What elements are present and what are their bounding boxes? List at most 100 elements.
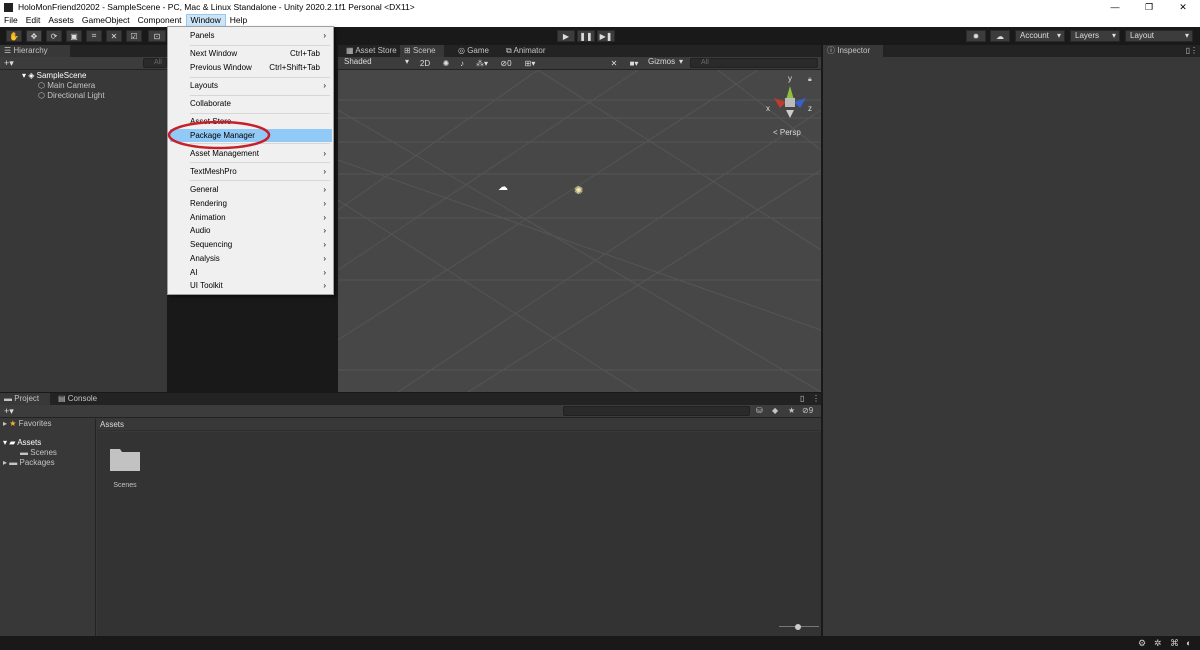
project-search-input[interactable] <box>563 406 750 416</box>
tab-game[interactable]: ◎ Game <box>454 45 498 57</box>
hierarchy-item[interactable]: ⬡ Main Camera <box>38 81 95 90</box>
progress-icon[interactable]: ◐ <box>1186 638 1191 648</box>
hierarchy-search-input[interactable]: All <box>143 58 167 68</box>
tab-project[interactable]: ▬ Project <box>0 393 50 405</box>
tab-scene[interactable]: ⊞ Scene <box>400 45 444 57</box>
zoom-slider[interactable] <box>779 624 819 630</box>
gizmos-dropdown[interactable]: Gizmos <box>644 57 686 69</box>
menu-file[interactable]: File <box>0 14 22 27</box>
shading-mode-dropdown[interactable]: Shaded <box>340 57 412 69</box>
create-button[interactable]: +▾ <box>4 58 14 69</box>
menu-item-animation[interactable]: Animation › <box>170 211 332 224</box>
create-button[interactable]: +▾ <box>4 406 14 417</box>
menu-edit[interactable]: Edit <box>22 14 45 27</box>
lighting-icon[interactable]: ✺ <box>440 57 452 69</box>
rect-tool-icon[interactable]: ⌗ <box>86 30 102 42</box>
auto-generate-lighting-icon[interactable]: ⚙ <box>1138 638 1146 649</box>
hidden-packages-toggle[interactable]: ⊘9 <box>802 406 813 415</box>
grid-toggle-icon[interactable]: ⊞▾ <box>520 57 540 69</box>
filter-type-icon[interactable]: ⛁ <box>756 406 763 415</box>
rotate-tool-icon[interactable]: ⟳ <box>46 30 62 42</box>
custom-tool-icon[interactable]: ☑ <box>126 30 142 42</box>
filter-label-icon[interactable]: ◆ <box>772 406 778 415</box>
effects-icon[interactable]: ⁂▾ <box>472 57 492 69</box>
menu-item-next-window[interactable]: Next Window Ctrl+Tab <box>170 47 332 60</box>
console-icon: ▤ <box>58 394 68 403</box>
scale-tool-icon[interactable]: ▣ <box>66 30 82 42</box>
submenu-arrow-icon: › <box>323 167 326 176</box>
menu-item-previous-window[interactable]: Previous Window Ctrl+Shift+Tab <box>170 61 332 74</box>
panel-menu-icon[interactable]: ⋮ <box>812 394 820 403</box>
slider-handle[interactable] <box>795 624 801 630</box>
tab-hierarchy[interactable]: ☰ Hierarchy <box>0 45 70 57</box>
cloud-icon[interactable]: ☁ <box>990 30 1010 42</box>
hand-tool-icon[interactable]: ✋ <box>6 30 22 42</box>
bug-icon[interactable]: ✲ <box>1154 638 1162 649</box>
2d-toggle[interactable]: 2D <box>418 57 432 69</box>
asset-folder-item[interactable]: Scenes <box>109 446 145 496</box>
menu-item-label: Animation <box>190 213 226 222</box>
menu-item-ai[interactable]: AI › <box>170 266 332 279</box>
restore-button[interactable]: ❐ <box>1132 0 1166 14</box>
layout-dropdown[interactable]: Layout <box>1125 30 1193 42</box>
play-button[interactable]: ▶ <box>557 30 575 42</box>
menu-item-textmeshpro[interactable]: TextMeshPro › <box>170 165 332 178</box>
network-icon[interactable]: ⌘ <box>1170 638 1179 649</box>
audio-icon[interactable]: ♪ <box>456 57 468 69</box>
tree-packages[interactable]: ▸ ▬ Packages <box>3 458 55 467</box>
breadcrumb-assets[interactable]: Assets <box>100 420 124 429</box>
minimize-button[interactable]: — <box>1098 0 1132 14</box>
close-button[interactable]: ✕ <box>1166 0 1200 14</box>
eye-slash-icon: ⊘ <box>802 406 809 415</box>
menu-item-sequencing[interactable]: Sequencing › <box>170 238 332 251</box>
menu-item-panels[interactable]: Panels › <box>170 29 332 42</box>
tools-icon[interactable]: ✕ <box>608 57 620 69</box>
gameobject-cube-icon: ⬡ <box>38 91 48 100</box>
projection-label[interactable]: < Persp <box>773 128 801 137</box>
panel-menu-icon[interactable]: ⋮ <box>1190 46 1198 55</box>
account-dropdown[interactable]: Account <box>1015 30 1065 42</box>
tab-inspector[interactable]: ⓘ Inspector <box>823 45 883 57</box>
scene-root-row[interactable]: ▾ ◈ SampleScene <box>22 71 86 80</box>
pause-button[interactable]: ❚❚ <box>577 30 595 42</box>
tab-console[interactable]: ▤ Console <box>54 393 104 405</box>
move-tool-icon[interactable]: ✥ <box>26 30 42 42</box>
menu-assets[interactable]: Assets <box>44 14 78 27</box>
menu-item-audio[interactable]: Audio › <box>170 224 332 237</box>
menu-item-analysis[interactable]: Analysis › <box>170 252 332 265</box>
layers-dropdown[interactable]: Layers <box>1070 30 1120 42</box>
step-button[interactable]: ▶❚ <box>597 30 615 42</box>
menu-item-ui-toolkit[interactable]: UI Toolkit › <box>170 279 332 292</box>
folder-icon: ▬ <box>20 448 31 457</box>
menu-item-rendering[interactable]: Rendering › <box>170 197 332 210</box>
tab-animator[interactable]: ⧉ Animator <box>502 45 558 57</box>
tree-favorites[interactable]: ▸ ★ Favorites <box>3 419 52 428</box>
gameobject-cube-icon: ⬡ <box>38 81 48 90</box>
favorite-star-icon[interactable]: ★ <box>788 406 795 415</box>
tree-label: Assets <box>17 438 42 447</box>
window-title: HoloMonFriend20202 - SampleScene - PC, M… <box>18 2 415 12</box>
tab-asset-store[interactable]: ▦ Asset Store <box>342 45 398 57</box>
light-icon[interactable]: ✺ <box>574 184 583 197</box>
hierarchy-icon: ☰ <box>4 46 14 55</box>
menu-separator <box>190 113 330 114</box>
tree-scenes[interactable]: ▬ Scenes <box>20 448 57 457</box>
tree-assets[interactable]: ▾ ▰ Assets <box>3 438 41 447</box>
hidden-objects-toggle[interactable]: ⊘ 0 <box>496 57 516 69</box>
menu-item-label: Sequencing <box>190 240 233 249</box>
scene-viewport[interactable]: ☁ ✺ y x z < Persp 🔒︎ <box>338 70 821 392</box>
menu-item-collaborate[interactable]: Collaborate <box>170 97 332 110</box>
pivot-toggle-icon[interactable]: ⊡ <box>148 30 166 42</box>
menu-item-general[interactable]: General › <box>170 183 332 196</box>
collab-icon[interactable]: ✹ <box>966 30 986 42</box>
scene-search-input[interactable]: All <box>690 58 818 68</box>
menu-gameobject[interactable]: GameObject <box>78 14 134 27</box>
transform-tool-icon[interactable]: ✕ <box>106 30 122 42</box>
camera-icon[interactable]: ☁ <box>498 182 508 193</box>
hierarchy-item[interactable]: ⬡ Directional Light <box>38 91 105 100</box>
animator-icon: ⧉ <box>506 46 514 55</box>
lock-icon[interactable]: ▯ <box>800 394 804 403</box>
camera-icon[interactable]: ■▾ <box>624 57 644 69</box>
menu-item-layouts[interactable]: Layouts › <box>170 79 332 92</box>
lock-icon[interactable]: 🔒︎ <box>808 76 812 84</box>
